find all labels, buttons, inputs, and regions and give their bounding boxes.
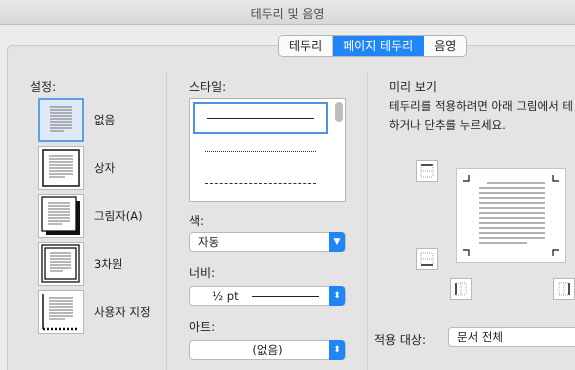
art-value: (없음) xyxy=(252,343,283,357)
title-bar: 테두리 및 음영 xyxy=(0,0,575,25)
preview-help-line1: 테두리를 적용하려면 아래 그림에서 테 xyxy=(389,99,573,113)
preview-help-line2: 하거나 단추를 누르세요. xyxy=(389,118,506,132)
top-border-icon xyxy=(420,164,434,178)
style-option-solid[interactable] xyxy=(193,102,328,134)
setting-3d[interactable]: 3차원 xyxy=(38,242,158,286)
bottom-border-icon xyxy=(420,252,434,266)
preview-help-text: 테두리를 적용하려면 아래 그림에서 테 하거나 단추를 누르세요. xyxy=(389,97,575,135)
setting-custom-thumbnail xyxy=(38,290,84,334)
settings-label: 설정: xyxy=(30,80,57,94)
divider-right xyxy=(367,72,368,370)
setting-3d-label: 3차원 xyxy=(94,257,123,271)
width-value: ½ pt xyxy=(212,289,239,303)
right-border-icon xyxy=(558,282,570,296)
tab-page-border[interactable]: 페이지 테두리 xyxy=(333,36,425,56)
setting-custom-label: 사용자 지정 xyxy=(94,305,151,319)
style-label: 스타일: xyxy=(189,80,227,94)
color-value: 자동 xyxy=(198,235,220,249)
left-border-icon xyxy=(455,282,467,296)
setting-none-thumbnail xyxy=(38,98,84,142)
width-label: 너비: xyxy=(189,266,216,280)
setting-shadow[interactable]: 그림자(A) xyxy=(38,194,158,238)
color-select[interactable]: 자동 ▼ xyxy=(189,232,346,252)
dashed-line-sample xyxy=(205,183,316,184)
apply-to-value: 문서 전체 xyxy=(457,330,503,344)
window-title: 테두리 및 음영 xyxy=(250,7,325,21)
apply-to-label: 적용 대상: xyxy=(374,333,427,347)
style-list[interactable] xyxy=(189,98,346,202)
tab-bar: 테두리 페이지 테두리 음영 xyxy=(278,35,468,57)
width-select[interactable]: ½ pt ⬍ xyxy=(189,286,346,306)
apply-to-select[interactable]: 문서 전체 xyxy=(448,327,575,347)
setting-box-label: 상자 xyxy=(94,161,116,175)
style-option-dotted[interactable] xyxy=(193,135,328,167)
color-label: 색: xyxy=(189,214,205,228)
left-border-button[interactable] xyxy=(450,278,472,300)
stepper-arrows-icon: ⬍ xyxy=(329,340,345,360)
width-line-sample xyxy=(252,296,319,297)
style-option-dashed[interactable] xyxy=(193,167,328,199)
dotted-line-sample xyxy=(205,151,316,152)
style-list-scrollbar[interactable] xyxy=(335,102,343,122)
tab-shading[interactable]: 음영 xyxy=(424,36,467,56)
setting-box-thumbnail xyxy=(38,146,84,190)
setting-shadow-label: 그림자(A) xyxy=(94,209,143,223)
art-label: 아트: xyxy=(189,320,216,334)
chevron-up-down-icon: ▼ xyxy=(329,232,345,252)
setting-none-label: 없음 xyxy=(94,113,116,127)
preview-page[interactable] xyxy=(456,168,566,263)
right-border-button[interactable] xyxy=(553,278,575,300)
tab-borders[interactable]: 테두리 xyxy=(279,36,334,56)
preview-label: 미리 보기 xyxy=(389,80,437,94)
setting-shadow-thumbnail xyxy=(38,194,84,238)
solid-line-sample xyxy=(207,118,314,119)
divider-left xyxy=(166,72,167,370)
setting-box[interactable]: 상자 xyxy=(38,146,158,190)
art-select[interactable]: (없음) ⬍ xyxy=(189,340,346,360)
setting-none[interactable]: 없음 xyxy=(38,98,158,142)
top-border-button[interactable] xyxy=(416,160,438,182)
setting-custom[interactable]: 사용자 지정 xyxy=(38,290,158,334)
setting-3d-thumbnail xyxy=(38,242,84,286)
stepper-arrows-icon: ⬍ xyxy=(329,286,345,306)
preview-page-graphic xyxy=(463,175,559,256)
bottom-border-button[interactable] xyxy=(416,248,438,270)
